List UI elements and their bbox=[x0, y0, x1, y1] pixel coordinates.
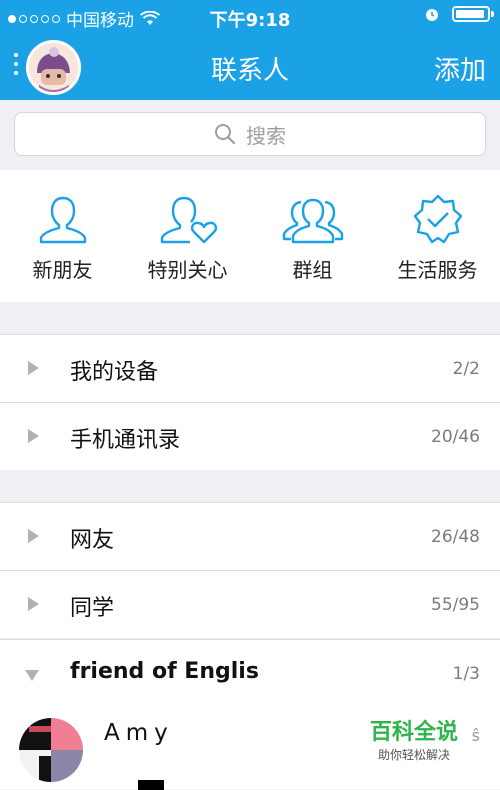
contact-avatar bbox=[19, 718, 83, 782]
quick-action-life-services[interactable]: 生活服务 bbox=[375, 170, 500, 302]
status-right bbox=[424, 6, 494, 22]
watermark-sub: 助你轻松解决 bbox=[377, 748, 450, 762]
page-title: 联系人 bbox=[210, 56, 289, 86]
contact-row[interactable]: Amy 百科全说 助你轻松解决 ŝ bbox=[0, 708, 500, 790]
group-count: 20/46 bbox=[431, 427, 480, 447]
badge-check-icon bbox=[413, 194, 462, 244]
group-row-classmates[interactable]: 同学 55/95 bbox=[0, 570, 500, 638]
search-icon bbox=[215, 124, 236, 145]
battery-icon bbox=[452, 6, 494, 22]
watermark-main: 百科全说 bbox=[369, 720, 458, 745]
contact-name: Amy bbox=[104, 720, 174, 746]
search-input[interactable]: 搜索 bbox=[14, 112, 486, 156]
search-area: 搜索 bbox=[0, 100, 500, 170]
collapse-arrow-icon bbox=[25, 670, 39, 681]
alarm-icon bbox=[426, 9, 438, 21]
quick-action-label: 特别关心 bbox=[147, 258, 228, 282]
contact-status: ŝ bbox=[471, 726, 480, 745]
quick-action-special-care[interactable]: 特别关心 bbox=[125, 170, 250, 302]
group-name: 我的设备 bbox=[70, 360, 159, 385]
group-row-devices[interactable]: 我的设备 2/2 bbox=[0, 334, 500, 402]
quick-action-label: 群组 bbox=[292, 258, 333, 282]
add-button[interactable]: 添加 bbox=[434, 50, 486, 87]
group-row-phone-contacts[interactable]: 手机通讯录 20/46 bbox=[0, 402, 500, 470]
quick-actions: 新朋友 特别关心 群组 生活服务 bbox=[0, 170, 500, 302]
group-name: friend of Englis bbox=[70, 659, 259, 684]
quick-action-new-friends[interactable]: 新朋友 bbox=[0, 170, 125, 302]
group-count: 1/3 bbox=[452, 664, 480, 684]
expand-arrow-icon bbox=[28, 597, 39, 611]
expand-arrow-icon bbox=[28, 529, 39, 543]
status-bar: 中国移动 下午9:18 bbox=[0, 0, 500, 32]
expand-arrow-icon bbox=[28, 429, 39, 443]
person-icon bbox=[39, 196, 86, 244]
quick-action-label: 新朋友 bbox=[32, 258, 93, 282]
group-name: 手机通讯录 bbox=[70, 428, 181, 453]
group-count: 26/48 bbox=[431, 527, 480, 547]
expand-arrow-icon bbox=[28, 361, 39, 375]
group-name: 同学 bbox=[70, 596, 115, 621]
group-row-netfriends[interactable]: 网友 26/48 bbox=[0, 502, 500, 570]
search-placeholder: 搜索 bbox=[246, 123, 286, 148]
person-heart-icon bbox=[160, 196, 217, 244]
nav-bar: 联系人 添加 bbox=[0, 32, 500, 100]
group-count: 2/2 bbox=[452, 359, 480, 379]
group-name: 网友 bbox=[70, 528, 115, 553]
quick-action-label: 生活服务 bbox=[397, 258, 478, 282]
quick-action-groups[interactable]: 群组 bbox=[250, 170, 375, 302]
group-count: 55/95 bbox=[431, 595, 480, 615]
group-icon bbox=[282, 198, 343, 244]
watermark-logo: 百科全说 助你轻松解决 bbox=[370, 714, 458, 763]
group-row-friend-of-english[interactable]: friend of Englis 1/3 bbox=[0, 639, 500, 709]
